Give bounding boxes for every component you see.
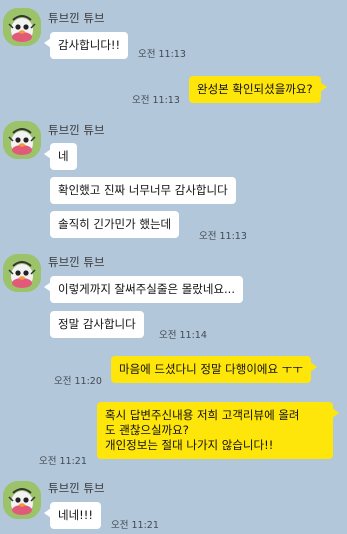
chat-window: 튜브낀 튜브 감사합니다!! 오전 11:13 완성본 확인되셨을까요? 오전 … — [0, 0, 347, 534]
tube-character-icon — [3, 8, 41, 46]
message-time: 오전 11:21 — [111, 520, 159, 531]
sender-name: 튜브낀 튜브 — [48, 481, 105, 495]
message-time: 오전 11:13 — [199, 231, 247, 242]
message-time: 오전 11:20 — [54, 376, 102, 387]
message-time: 오전 11:21 — [39, 456, 87, 467]
sender-name: 튜브낀 튜브 — [48, 123, 105, 137]
sender-name: 튜브낀 튜브 — [48, 255, 105, 269]
message-bubble[interactable]: 감사합니다!! — [43, 32, 129, 59]
profile-avatar[interactable] — [3, 481, 41, 519]
sender-name: 튜브낀 튜브 — [48, 11, 105, 25]
tube-character-icon — [3, 121, 41, 159]
tube-character-icon — [3, 254, 41, 292]
profile-avatar[interactable] — [3, 121, 41, 159]
message-bubble[interactable]: 완성본 확인되셨을까요? — [189, 76, 327, 103]
message-time: 오전 11:14 — [159, 330, 207, 341]
message-time: 오전 11:13 — [132, 95, 180, 106]
message-time: 오전 11:13 — [138, 49, 186, 60]
profile-avatar[interactable] — [3, 254, 41, 292]
message-bubble[interactable]: 정말 감사합니다 — [50, 311, 144, 338]
message-bubble[interactable]: 네 — [44, 143, 77, 170]
message-bubble[interactable]: 네네!!! — [44, 502, 101, 529]
message-bubble[interactable]: 마음에 드셨다니 정말 다행이에요 ㅜㅜ — [111, 356, 317, 383]
profile-avatar[interactable] — [3, 8, 41, 46]
message-bubble[interactable]: 혹시 답변주신내용 저희 고객리뷰에 올려 도 괜찮으실까요? 개인정보는 절대… — [97, 402, 339, 459]
message-line: 도 괜찮으실까요? — [105, 423, 189, 437]
message-bubble[interactable]: 솔직히 긴가민가 했는데 — [50, 211, 180, 238]
message-line: 혹시 답변주신내용 저희 고객리뷰에 올려 — [105, 408, 300, 422]
message-bubble[interactable]: 확인했고 진짜 너무너무 감사합니다 — [50, 177, 236, 204]
tube-character-icon — [3, 481, 41, 519]
message-line: 개인정보는 절대 나가지 않습니다!! — [105, 438, 274, 452]
message-bubble[interactable]: 이렇게까지 잘써주실줄은 몰랐네요... — [44, 276, 243, 303]
